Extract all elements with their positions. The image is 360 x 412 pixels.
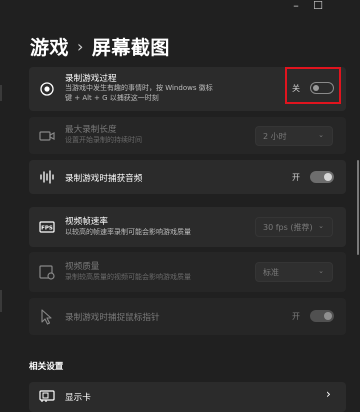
breadcrumb-current: 屏幕截图 <box>91 37 170 59</box>
chevron-down-icon: ⌄ <box>318 267 324 275</box>
frame-rate-card[interactable]: FPS 视频帧速率 以较高的帧速率录制可能会影响游戏质量 30 fps (推荐)… <box>29 207 346 247</box>
graphics-card-icon <box>38 387 56 405</box>
video-quality-icon <box>38 263 56 281</box>
capture-audio-card[interactable]: 录制游戏时捕获音频 开 <box>29 160 346 194</box>
capture-audio-toggle-label: 开 <box>292 173 300 182</box>
related-settings-heading: 相关设置 <box>29 362 64 372</box>
record-gameplay-desc-2: 键 + Alt + G 以捕获这一时刻 <box>65 94 159 102</box>
frame-rate-value: 30 fps (推荐) <box>263 223 313 232</box>
max-length-desc: 设置开始录制的持续时间 <box>65 136 142 144</box>
svg-text:FPS: FPS <box>41 226 53 232</box>
max-length-dropdown[interactable]: 2 小时 ⌄ <box>255 126 333 146</box>
max-length-value: 2 小时 <box>263 132 287 141</box>
max-length-card: 最大录制长度 设置开始录制的持续时间 2 小时 ⌄ <box>29 117 346 154</box>
page-title: 游戏 › 屏幕截图 <box>30 33 170 60</box>
capture-cursor-toggle[interactable] <box>310 310 334 322</box>
chevron-right-icon: › <box>326 387 331 401</box>
capture-cursor-label: 录制游戏时捕捉鼠标指针 <box>65 313 160 323</box>
max-length-label: 最大录制长度 <box>65 125 117 135</box>
graphics-card-item[interactable]: 显示卡 › <box>29 382 346 412</box>
audio-waveform-icon <box>38 168 56 186</box>
chevron-down-icon: ⌄ <box>318 222 324 230</box>
video-camera-icon <box>38 127 56 145</box>
capture-audio-toggle[interactable] <box>310 171 334 183</box>
frame-rate-desc: 以较高的帧速率录制可能会影响游戏质量 <box>65 228 191 236</box>
highlight-box <box>285 67 341 104</box>
chevron-down-icon: ⌄ <box>318 131 324 139</box>
frame-rate-label: 视频帧速率 <box>65 217 108 227</box>
mouse-pointer-icon <box>38 308 56 326</box>
nav-fragment <box>0 290 2 312</box>
video-quality-value: 标准 <box>263 268 279 277</box>
record-icon <box>38 80 56 98</box>
minimize-button[interactable]: – <box>284 0 308 14</box>
video-quality-card: 视频质量 录制较高质量的视频可能会影响游戏质量 标准 ⌄ <box>29 252 346 292</box>
breadcrumb-parent[interactable]: 游戏 <box>30 37 69 59</box>
video-quality-label: 视频质量 <box>65 262 100 272</box>
capture-cursor-toggle-label: 开 <box>292 312 300 321</box>
graphics-card-label: 显示卡 <box>65 393 91 403</box>
video-quality-dropdown[interactable]: 标准 ⌄ <box>255 262 333 282</box>
nav-fragment <box>0 85 2 101</box>
capture-cursor-card: 录制游戏时捕捉鼠标指针 开 <box>29 298 346 335</box>
capture-audio-label: 录制游戏时捕获音频 <box>65 174 143 184</box>
fps-icon: FPS <box>38 218 56 236</box>
breadcrumb-separator: › <box>77 37 84 56</box>
frame-rate-dropdown[interactable]: 30 fps (推荐) ⌄ <box>255 217 333 237</box>
maximize-button[interactable]: ☐ <box>306 0 330 14</box>
scrollbar-thumb[interactable] <box>357 160 359 255</box>
video-quality-desc: 录制较高质量的视频可能会影响游戏质量 <box>65 273 191 281</box>
